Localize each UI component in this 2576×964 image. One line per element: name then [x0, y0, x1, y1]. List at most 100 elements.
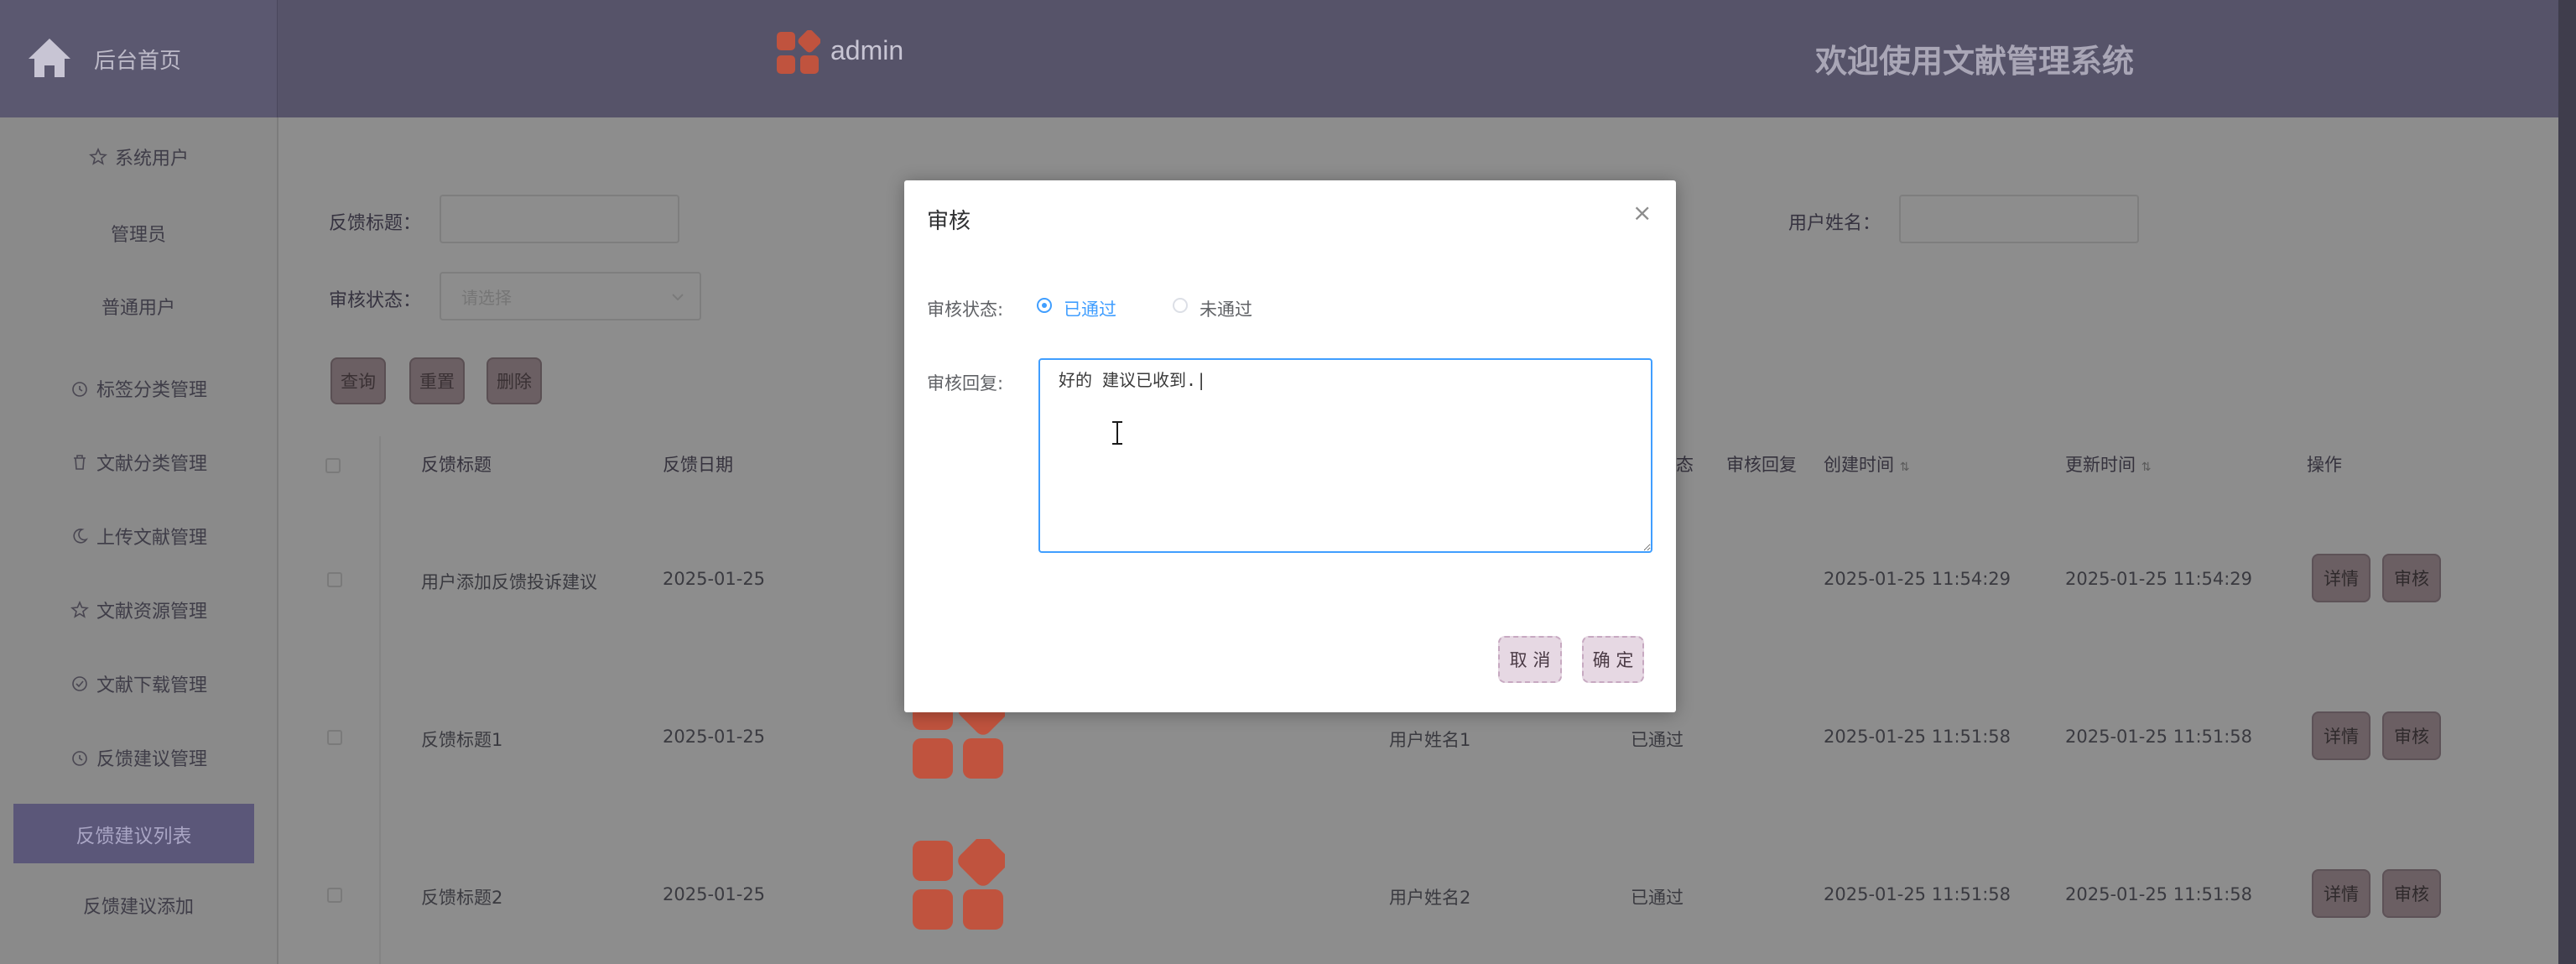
sidebar-item[interactable]: 反馈建议添加: [0, 876, 277, 935]
row-created: 2025-01-25 11:54:29: [1824, 569, 2011, 589]
radio-fail-label: 未通过: [1200, 300, 1252, 320]
th-reply: 审核回复: [1726, 455, 1797, 475]
filter-username-input[interactable]: [1899, 195, 2139, 243]
confirm-button[interactable]: 确 定: [1582, 636, 1644, 683]
sidebar-item-label: 反馈建议列表: [75, 825, 192, 847]
sidebar-item-label: 反馈建议管理: [96, 749, 207, 770]
row-status: 已通过: [1631, 730, 1684, 750]
filter-status-label: 审核状态：: [329, 290, 422, 311]
sort-icon[interactable]: ⇅: [2141, 461, 2152, 474]
sidebar-item[interactable]: 上传文献管理: [0, 507, 277, 565]
sidebar-item-label: 文献下载管理: [96, 675, 207, 696]
select-placeholder: 请选择: [461, 287, 512, 308]
sidebar-item[interactable]: 管理员: [0, 204, 277, 263]
row-username: 用户姓名1: [1389, 730, 1471, 750]
th-updated[interactable]: 更新时间 ⇅: [2065, 451, 2151, 477]
dialog-title: 审核: [927, 209, 971, 234]
filter-status-select[interactable]: 请选择: [440, 272, 701, 320]
sidebar-item-label: 系统用户: [114, 149, 189, 169]
detail-button[interactable]: 详情: [2312, 554, 2370, 602]
row-title: 反馈标题2: [421, 888, 503, 908]
th-created[interactable]: 创建时间 ⇅: [1824, 451, 1909, 477]
username: admin: [830, 35, 904, 65]
review-button[interactable]: 审核: [2382, 554, 2441, 602]
row-date: 2025-01-25: [663, 727, 766, 747]
sidebar-item-label: 文献资源管理: [96, 602, 207, 623]
th-ops: 操作: [2307, 455, 2342, 475]
row-username: 用户姓名2: [1389, 888, 1471, 908]
sidebar-item-active[interactable]: 反馈建议列表: [13, 804, 254, 863]
sidebar-item-label: 管理员: [110, 225, 166, 246]
trash-icon: [70, 452, 90, 472]
filter-username-label: 用户姓名：: [1788, 213, 1881, 234]
sidebar-item-label: 文献分类管理: [96, 454, 207, 475]
text-cursor-icon: [1109, 420, 1126, 449]
radio-fail[interactable]: 未通过: [1173, 294, 1265, 320]
sidebar-item-label: 标签分类管理: [96, 380, 207, 401]
th-created-label: 创建时间: [1824, 455, 1894, 475]
sidebar-item[interactable]: 普通用户: [0, 277, 277, 336]
check-circle-icon: [70, 674, 90, 694]
cancel-button[interactable]: 取 消: [1498, 636, 1562, 683]
row-date: 2025-01-25: [663, 569, 766, 589]
clock-icon: [70, 378, 90, 399]
delete-button[interactable]: 删除: [487, 357, 542, 404]
select-all-checkbox[interactable]: [325, 458, 341, 473]
row-checkbox[interactable]: [327, 730, 342, 745]
row-updated: 2025-01-25 11:51:58: [2065, 727, 2253, 747]
sidebar-item[interactable]: 文献资源管理: [0, 581, 277, 639]
reply-field-label: 审核回复:: [927, 373, 1004, 393]
review-button[interactable]: 审核: [2382, 711, 2441, 760]
filter-title-input[interactable]: [440, 195, 679, 243]
sidebar-item[interactable]: 文献分类管理: [0, 433, 277, 492]
sidebar-item-label: 反馈建议添加: [82, 897, 194, 918]
row-created: 2025-01-25 11:51:58: [1824, 884, 2011, 904]
sidebar-item[interactable]: 文献下载管理: [0, 654, 277, 713]
radio-pass[interactable]: 已通过: [1037, 294, 1129, 320]
moon-icon: [70, 526, 90, 546]
detail-button[interactable]: 详情: [2312, 869, 2370, 918]
reset-button[interactable]: 重置: [409, 357, 465, 404]
radio-fail-dot[interactable]: [1173, 298, 1188, 313]
row-checkbox[interactable]: [327, 888, 342, 903]
sidebar-item[interactable]: 系统用户: [0, 128, 277, 186]
radio-pass-label: 已通过: [1064, 300, 1116, 320]
chevron-down-icon: [669, 289, 686, 310]
home-link[interactable]: 后台首页: [0, 0, 278, 117]
status-field-label: 审核状态:: [927, 300, 1004, 320]
row-title: 反馈标题1: [421, 730, 503, 750]
filter-title-label: 反馈标题：: [329, 213, 422, 234]
th-title: 反馈标题: [421, 455, 492, 475]
row-updated: 2025-01-25 11:51:58: [2065, 884, 2253, 904]
home-icon: [25, 34, 74, 86]
sidebar-item-label: 上传文献管理: [96, 528, 207, 549]
th-updated-label: 更新时间: [2065, 455, 2136, 475]
sidebar-item[interactable]: 标签分类管理: [0, 359, 277, 418]
sidebar-item-label: 普通用户: [101, 298, 175, 319]
feedback-image: [911, 836, 1008, 936]
top-header: 后台首页 admin 欢迎使用文献管理系统: [0, 0, 2576, 117]
reply-textarea[interactable]: [1038, 358, 1652, 553]
sort-icon[interactable]: ⇅: [1900, 461, 1910, 474]
row-checkbox[interactable]: [327, 572, 342, 587]
close-icon[interactable]: ×: [1632, 199, 1652, 227]
row-updated: 2025-01-25 11:54:29: [2065, 569, 2253, 589]
clock-icon: [70, 748, 90, 768]
row-status: 已通过: [1631, 888, 1684, 908]
th-status: 态: [1676, 455, 1694, 475]
review-button[interactable]: 审核: [2382, 869, 2441, 918]
review-dialog: 审核 × 审核状态: 已通过 未通过 审核回复: 取 消 确 定: [904, 180, 1676, 712]
row-date: 2025-01-25: [663, 884, 766, 904]
row-created: 2025-01-25 11:51:58: [1824, 727, 2011, 747]
detail-button[interactable]: 详情: [2312, 711, 2370, 760]
star-icon: [70, 600, 90, 620]
column-divider: [379, 436, 381, 964]
star-icon: [88, 147, 108, 167]
query-button[interactable]: 查询: [330, 357, 386, 404]
scrollbar[interactable]: [2558, 0, 2576, 964]
sidebar-item[interactable]: 反馈建议管理: [0, 728, 277, 787]
radio-pass-dot[interactable]: [1037, 298, 1052, 313]
th-date: 反馈日期: [663, 455, 733, 475]
logo-icon: [775, 29, 821, 79]
row-title: 用户添加反馈投诉建议: [421, 572, 597, 592]
